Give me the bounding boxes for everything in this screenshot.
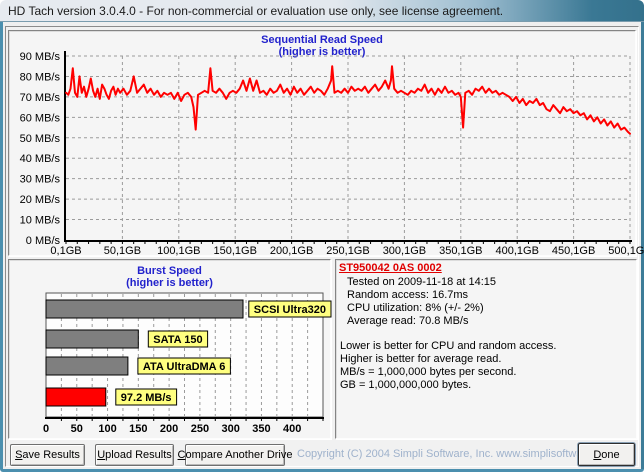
save-results-button[interactable]: Save Results	[10, 444, 85, 466]
y-axis-tick-label: 30 MB/s	[20, 174, 61, 186]
burst-bar-label: ATA UltraDMA 6	[143, 361, 226, 373]
burst-axis-tick-label: 0	[43, 423, 49, 435]
x-axis-tick-label: 450,1GB	[552, 245, 595, 257]
y-axis-tick-label: 60 MB/s	[20, 112, 61, 124]
burst-axis-tick-label: 350	[252, 423, 270, 435]
legend-notes-list: Lower is better for CPU and random acces…	[339, 340, 633, 392]
x-axis-tick-label: 400,1GB	[495, 245, 538, 257]
x-axis-tick-label: 150,1GB	[213, 245, 256, 257]
legend-note-line: MB/s = 1,000,000 bytes per second.	[340, 366, 517, 378]
x-axis-tick-label: 250,1GB	[326, 245, 369, 257]
burst-bar-label: SCSI Ultra320	[254, 304, 326, 316]
burst-bar	[45, 329, 139, 349]
drive-detail-line: Average read: 70.8 MB/s	[347, 315, 469, 327]
x-axis-tick-label: 50,1GB	[104, 245, 141, 257]
burst-speed-panel: Burst Speed (higher is better) 0 50 100 150…	[8, 259, 332, 439]
burst-speed-chart: 0 50 100 150 200 250 300 350 400 SCSI Ultra320 SAT…	[43, 292, 332, 435]
hd-tach-window: HD Tach version 3.0.4.0 - For non-commer…	[0, 0, 644, 472]
x-axis-tick-label: 0,1GB	[50, 245, 81, 257]
y-axis-tick-label: 50 MB/s	[20, 133, 61, 145]
legend-note-line: GB = 1,000,000,000 bytes.	[340, 379, 472, 391]
burst-bar	[45, 356, 129, 376]
upload-results-button[interactable]: Upload Results	[95, 444, 174, 466]
window-title: HD Tach version 3.0.4.0 - For non-commer…	[8, 4, 504, 18]
burst-axis-tick-label: 300	[221, 423, 239, 435]
title-bar[interactable]: HD Tach version 3.0.4.0 - For non-commer…	[0, 0, 644, 22]
burst-axis-tick-label: 200	[160, 423, 178, 435]
done-button[interactable]: Done	[578, 443, 635, 466]
sequential-read-panel: Sequential Read Speed (higher is better)…	[8, 30, 644, 257]
drive-model-label: ST950042 0AS 0002	[339, 262, 442, 274]
x-axis-tick-label: 300,1GB	[383, 245, 426, 257]
burst-axis-tick-label: 250	[191, 423, 209, 435]
burst-bar	[45, 387, 107, 407]
legend-note-line: Higher is better for average read.	[340, 353, 502, 365]
y-axis-tick-label: 70 MB/s	[20, 92, 61, 104]
legend-note-line: Lower is better for CPU and random acces…	[340, 340, 557, 352]
y-axis-tick-label: 90 MB/s	[20, 51, 61, 63]
burst-axis-tick-label: 100	[98, 423, 116, 435]
burst-axis-tick-label: 400	[283, 423, 301, 435]
drive-detail-line: CPU utilization: 8% (+/- 2%)	[347, 302, 484, 314]
drive-info-panel: ST950042 0AS 0002 Tested on 2009-11-18 a…	[335, 259, 637, 439]
x-axis-tick-label: 350,1GB	[439, 245, 482, 257]
sequential-read-chart: 0 MB/s10 MB/s20 MB/s30 MB/s40 MB/s50 MB/…	[20, 51, 644, 257]
compare-another-drive-button[interactable]: Compare Another Drive	[178, 444, 292, 466]
y-axis-tick-label: 80 MB/s	[20, 71, 61, 83]
drive-details-list: Tested on 2009-11-18 at 14:15 Random acce…	[339, 276, 633, 328]
burst-bar-label: 97.2 MB/s	[121, 392, 172, 404]
drive-detail-line: Random access: 16.7ms	[347, 289, 469, 301]
burst-axis-tick-label: 150	[129, 423, 147, 435]
copyright-text: Copyright (C) 2004 Simpli Software, Inc.…	[297, 448, 617, 460]
burst-axis-tick-label: 50	[71, 423, 83, 435]
burst-bar	[45, 299, 244, 319]
burst-bar-label: SATA 150	[153, 334, 202, 346]
x-axis-tick-label: 100,1GB	[157, 245, 200, 257]
drive-detail-line: Tested on 2009-11-18 at 14:15	[347, 276, 497, 288]
y-axis-tick-label: 40 MB/s	[20, 153, 61, 165]
x-axis-tick-label: 500,1GB	[608, 245, 644, 257]
y-axis-tick-label: 10 MB/s	[20, 215, 61, 227]
x-axis-tick-label: 200,1GB	[270, 245, 313, 257]
y-axis-tick-label: 20 MB/s	[20, 194, 61, 206]
